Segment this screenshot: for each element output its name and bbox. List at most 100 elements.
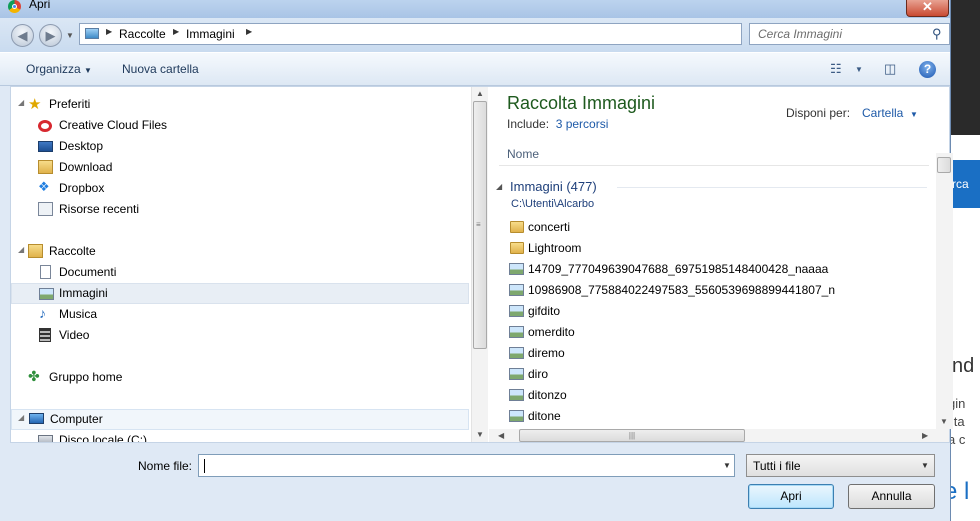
list-item[interactable]: 14709_777049639047688_69751985148400428_… bbox=[507, 259, 927, 280]
command-bar: Organizza ▼ Nuova cartella ☷ ▼ ◫ ? bbox=[0, 52, 950, 86]
group-path[interactable]: C:\Utenti\Alcarbo bbox=[511, 198, 594, 210]
open-button[interactable]: Apri bbox=[748, 484, 834, 509]
expander-icon[interactable]: ◢ bbox=[18, 413, 24, 422]
file-name: 14709_777049639047688_69751985148400428_… bbox=[528, 262, 829, 276]
filename-dropdown-icon[interactable]: ▼ bbox=[723, 461, 731, 470]
scroll-left-icon[interactable]: ◀ bbox=[498, 431, 504, 440]
nav-computer[interactable]: ◢ Computer bbox=[11, 409, 469, 430]
search-input[interactable]: Cerca Immagini ⚲ bbox=[749, 23, 950, 45]
breadcrumb-raccolte[interactable]: Raccolte bbox=[119, 27, 166, 41]
video-icon bbox=[39, 328, 51, 342]
nav-item-label: Risorse recenti bbox=[59, 202, 140, 216]
chevron-right-icon[interactable]: ▶ bbox=[173, 27, 179, 36]
chevron-right-icon[interactable]: ▶ bbox=[246, 27, 252, 36]
organize-menu[interactable]: Organizza ▼ bbox=[26, 62, 92, 76]
recent-locations-dropdown[interactable]: ▼ bbox=[66, 31, 74, 40]
list-item[interactable]: diro bbox=[507, 364, 927, 385]
help-icon[interactable]: ? bbox=[919, 61, 936, 78]
nav-libraries[interactable]: ◢ Raccolte bbox=[11, 241, 469, 262]
breadcrumb-immagini[interactable]: Immagini bbox=[186, 27, 235, 41]
image-file-icon bbox=[509, 326, 524, 338]
column-header-name[interactable]: Nome bbox=[499, 139, 929, 166]
expander-icon[interactable]: ◢ bbox=[18, 245, 24, 254]
file-name: diro bbox=[528, 367, 549, 381]
list-item[interactable]: ditonzo bbox=[507, 385, 927, 406]
nav-scrollbar[interactable]: ▲ ≡ ▼ bbox=[471, 87, 488, 442]
includes-link[interactable]: 3 percorsi bbox=[556, 117, 609, 131]
scroll-up-icon[interactable]: ▲ bbox=[476, 89, 484, 98]
close-button[interactable]: ✕ bbox=[906, 0, 949, 17]
nav-download[interactable]: Download bbox=[11, 157, 469, 178]
scroll-right-icon[interactable]: ▶ bbox=[922, 431, 928, 440]
forward-button[interactable]: ▶ bbox=[39, 24, 62, 47]
view-dropdown-icon[interactable]: ▼ bbox=[855, 65, 863, 74]
file-name: concerti bbox=[528, 220, 571, 234]
nav-item-label: Musica bbox=[59, 307, 98, 321]
change-view-icon[interactable]: ☷ bbox=[830, 61, 842, 77]
nav-item-label: Desktop bbox=[59, 139, 104, 153]
list-item[interactable]: diremo bbox=[507, 343, 927, 364]
h-scroll-thumb[interactable]: ||| bbox=[519, 429, 745, 442]
nav-documents[interactable]: Documenti bbox=[11, 262, 469, 283]
filename-label: Nome file: bbox=[138, 459, 193, 473]
nav-creative-cloud[interactable]: Creative Cloud Files bbox=[11, 115, 469, 136]
chevron-down-icon: ▼ bbox=[84, 66, 92, 75]
nav-item-label: Dropbox bbox=[59, 181, 105, 195]
file-name: ditonzo bbox=[528, 388, 567, 402]
nav-video[interactable]: Video bbox=[11, 325, 469, 346]
organize-label: Organizza bbox=[26, 62, 81, 76]
nav-libraries-label: Raccolte bbox=[49, 244, 96, 258]
nav-music[interactable]: ♪ Musica bbox=[11, 304, 469, 325]
background-heading: nd bbox=[952, 355, 975, 377]
nav-favorites-label: Preferiti bbox=[49, 97, 91, 111]
nav-local-disk[interactable]: Disco locale (C:) bbox=[11, 430, 469, 442]
nav-images[interactable]: Immagini bbox=[11, 283, 469, 304]
nav-scroll-thumb[interactable]: ≡ bbox=[473, 101, 487, 349]
file-name: ditone bbox=[528, 409, 561, 423]
filetype-select[interactable]: Tutti i file ▼ bbox=[746, 454, 935, 477]
list-item[interactable]: 10986908_775884022497583_556053969889944… bbox=[507, 280, 927, 301]
background-blue-button: rca bbox=[950, 160, 980, 208]
list-item[interactable]: ditone bbox=[507, 406, 927, 427]
image-file-icon bbox=[509, 263, 524, 275]
file-list-hscrollbar[interactable]: ◀ ||| ▶ bbox=[489, 429, 949, 442]
file-list-vscrollbar[interactable]: ▼ bbox=[936, 153, 953, 429]
nav-item-label: Disco locale (C:) bbox=[59, 433, 148, 442]
nav-dropbox[interactable]: ❖ Dropbox bbox=[11, 178, 469, 199]
library-images-icon bbox=[85, 28, 99, 39]
address-bar[interactable]: ▶ Raccolte ▶ Immagini ▶ ▼ ⇆ bbox=[79, 23, 815, 45]
list-item[interactable]: gifdito bbox=[507, 301, 927, 322]
collapse-group-icon[interactable]: ◢ bbox=[496, 182, 502, 191]
grip-icon: ≡ bbox=[476, 220, 481, 229]
nav-item-label: Immagini bbox=[59, 286, 108, 300]
list-item[interactable]: concerti bbox=[507, 217, 927, 238]
file-name: Lightroom bbox=[528, 241, 582, 255]
list-item[interactable]: Lightroom bbox=[507, 238, 927, 259]
back-button[interactable]: ◀ bbox=[11, 24, 34, 47]
arrange-by-dropdown[interactable]: Cartella ▼ bbox=[862, 106, 918, 120]
arrange-by-label: Disponi per: bbox=[786, 106, 851, 120]
nav-favorites[interactable]: ◢ ★ Preferiti bbox=[11, 94, 469, 115]
search-icon[interactable]: ⚲ bbox=[932, 26, 942, 42]
nav-homegroup[interactable]: ✤ Gruppo home bbox=[11, 367, 469, 388]
nav-desktop[interactable]: Desktop bbox=[11, 136, 469, 157]
nav-recent[interactable]: Risorse recenti bbox=[11, 199, 469, 220]
background-link: e l bbox=[950, 478, 970, 505]
scroll-down-icon[interactable]: ▼ bbox=[476, 430, 484, 439]
file-name: diremo bbox=[528, 346, 565, 360]
background-page: rca nd gin ilta a c e l bbox=[950, 0, 980, 521]
folder-icon bbox=[510, 242, 524, 254]
chevron-right-icon[interactable]: ▶ bbox=[106, 27, 112, 36]
expander-icon[interactable]: ◢ bbox=[18, 98, 24, 107]
cancel-button[interactable]: Annulla bbox=[848, 484, 935, 509]
group-divider bbox=[617, 187, 927, 188]
new-folder-button[interactable]: Nuova cartella bbox=[122, 62, 199, 76]
group-header[interactable]: Immagini (477) bbox=[510, 179, 597, 194]
filename-input[interactable]: ▼ bbox=[198, 454, 735, 477]
nav-item-label: Creative Cloud Files bbox=[59, 118, 168, 132]
text-caret bbox=[204, 459, 205, 473]
list-item[interactable]: omerdito bbox=[507, 322, 927, 343]
file-scroll-thumb[interactable] bbox=[937, 157, 951, 173]
preview-pane-icon[interactable]: ◫ bbox=[884, 61, 896, 77]
scroll-down-icon[interactable]: ▼ bbox=[940, 417, 948, 426]
